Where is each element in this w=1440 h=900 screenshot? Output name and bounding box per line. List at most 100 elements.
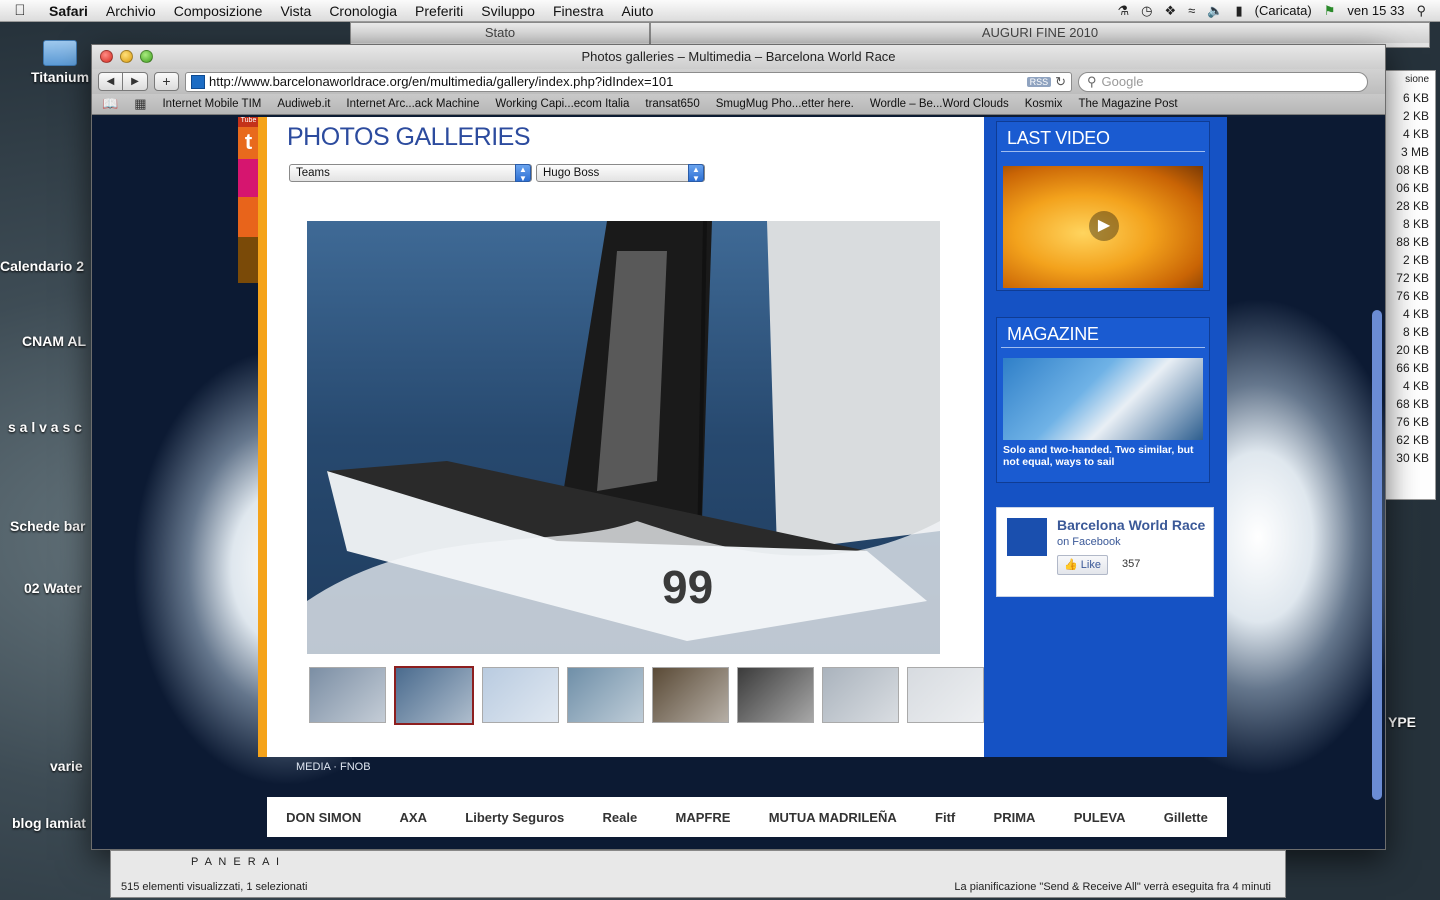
menu-cronologia[interactable]: Cronologia xyxy=(320,3,406,19)
menu-archivio[interactable]: Archivio xyxy=(97,3,165,19)
bookmark-item[interactable]: Wordle – Be...Word Clouds xyxy=(870,98,1009,110)
desktop-label-ype: YPE xyxy=(1388,714,1417,730)
twitter-icon[interactable]: t xyxy=(238,127,259,159)
window-title: Photos galleries – Multimedia – Barcelon… xyxy=(581,49,896,64)
book-icon[interactable]: 📖 xyxy=(102,96,118,112)
facebook-like-button[interactable]: 👍 Like xyxy=(1057,555,1108,575)
main-gallery-photo[interactable]: 99 xyxy=(307,221,940,654)
zoom-button[interactable] xyxy=(140,50,153,63)
social-color-block xyxy=(238,237,259,283)
back-button[interactable]: ◀ xyxy=(98,72,123,91)
battery-status[interactable]: (Caricata) xyxy=(1255,3,1312,18)
desktop-label-schede[interactable]: Schede bar xyxy=(10,518,85,534)
sponsor-logo[interactable]: DON SIMON xyxy=(286,810,361,825)
file-size-cell: 30 KB xyxy=(1396,451,1429,465)
gallery-thumbnail[interactable] xyxy=(394,666,474,725)
spotlight-icon[interactable]: ⚲ xyxy=(1416,3,1426,19)
sponsor-logo[interactable]: Reale xyxy=(603,810,638,825)
menu-sviluppo[interactable]: Sviluppo xyxy=(472,3,544,19)
magazine-title: MAGAZINE xyxy=(1001,318,1205,348)
sponsor-logo[interactable]: MUTUA MADRILEÑA xyxy=(769,810,897,825)
minimize-button[interactable] xyxy=(120,50,133,63)
grid-icon[interactable]: ▦ xyxy=(134,96,146,112)
forward-button[interactable]: ▶ xyxy=(123,72,148,91)
orange-accent-bar xyxy=(258,117,267,757)
file-size-cell: 66 KB xyxy=(1396,361,1429,375)
sponsor-logo[interactable]: AXA xyxy=(400,810,427,825)
video-thumbnail[interactable]: ▶ xyxy=(1003,166,1203,288)
gallery-thumbnail[interactable] xyxy=(567,667,644,723)
flag-icon[interactable]: ⚑ xyxy=(1324,3,1336,19)
facebook-widget: Barcelona World Race on Facebook 👍 Like … xyxy=(996,507,1214,597)
menu-aiuto[interactable]: Aiuto xyxy=(613,3,663,19)
social-color-block xyxy=(238,197,259,237)
bookmark-item[interactable]: The Magazine Post xyxy=(1078,98,1177,110)
time-machine-icon[interactable]: ◷ xyxy=(1141,3,1152,19)
close-button[interactable] xyxy=(100,50,113,63)
desktop-label-cnam[interactable]: CNAM AL xyxy=(22,333,86,349)
team-select[interactable]: Hugo Boss ▲ ▼ xyxy=(536,164,705,183)
finder-folder-item[interactable]: P A N E R A I xyxy=(191,856,281,868)
facebook-page-name[interactable]: Barcelona World Race on Facebook xyxy=(1057,518,1207,550)
bookmark-item[interactable]: Internet Mobile TIM xyxy=(162,98,261,110)
play-icon[interactable]: ▶ xyxy=(1089,211,1119,241)
sponsor-logo[interactable]: MAPFRE xyxy=(676,810,731,825)
menu-preferiti[interactable]: Preferiti xyxy=(406,3,472,19)
media-credits[interactable]: MEDIA · FNOB xyxy=(296,761,371,773)
gallery-thumbnail[interactable] xyxy=(907,667,984,723)
file-size-cell: 8 KB xyxy=(1402,217,1429,231)
desktop-label-salvas[interactable]: s a l v a s c xyxy=(8,419,82,435)
bluetooth-icon[interactable]: ❖ xyxy=(1164,3,1176,19)
sponsor-logo[interactable]: PULEVA xyxy=(1074,810,1126,825)
magazine-thumbnail[interactable] xyxy=(1003,358,1203,440)
reload-icon[interactable]: ↻ xyxy=(1055,74,1066,90)
bookmark-item[interactable]: Internet Arc...ack Machine xyxy=(346,98,479,110)
bookmark-item[interactable]: transat650 xyxy=(645,98,699,110)
gallery-thumbnail[interactable] xyxy=(482,667,559,723)
bookmark-item[interactable]: SmugMug Pho...etter here. xyxy=(716,98,854,110)
bookmark-item[interactable]: Kosmix xyxy=(1025,98,1063,110)
volume-icon[interactable]: 🔈 xyxy=(1207,3,1223,19)
menu-app[interactable]: Safari xyxy=(40,3,97,19)
safari-window: Photos galleries – Multimedia – Barcelon… xyxy=(91,44,1386,850)
wifi-icon[interactable]: ≈ xyxy=(1188,3,1195,18)
gallery-thumbnail[interactable] xyxy=(652,667,729,723)
sponsor-logo[interactable]: PRIMA xyxy=(994,810,1036,825)
facebook-page-title[interactable]: Barcelona World Race xyxy=(1057,517,1205,533)
desktop-label-varie[interactable]: varie xyxy=(50,758,83,774)
gallery-thumbnail[interactable] xyxy=(309,667,386,723)
category-select[interactable]: Teams ▲ ▼ xyxy=(289,164,532,183)
script-icon[interactable]: ⚗ xyxy=(1117,3,1129,19)
menu-composizione[interactable]: Composizione xyxy=(165,3,272,19)
window-titlebar[interactable]: Photos galleries – Multimedia – Barcelon… xyxy=(92,45,1385,69)
menu-finestra[interactable]: Finestra xyxy=(544,3,613,19)
add-bookmark-button[interactable]: + xyxy=(154,72,179,91)
select-arrows-icon: ▲ ▼ xyxy=(688,164,704,183)
apple-menu-icon[interactable]:  xyxy=(0,2,40,19)
gallery-panel: PHOTOS GALLERIES Teams ▲▼ Hugo Boss ▲▼ xyxy=(267,117,984,757)
clock[interactable]: ven 15 33 xyxy=(1347,3,1404,18)
youtube-icon[interactable]: Tube xyxy=(238,117,259,127)
sponsor-logo[interactable]: Liberty Seguros xyxy=(465,810,564,825)
file-size-cell: 76 KB xyxy=(1396,415,1429,429)
search-field[interactable]: ⚲ Google xyxy=(1078,71,1368,92)
gallery-thumbnail[interactable] xyxy=(737,667,814,723)
address-bar[interactable]: http://www.barcelonaworldrace.org/en/mul… xyxy=(185,71,1072,92)
rss-button[interactable]: RSS xyxy=(1026,76,1052,87)
magazine-caption[interactable]: Solo and two-handed. Two similar, but no… xyxy=(997,444,1209,474)
desktop-label-blog[interactable]: blog lamiat xyxy=(12,815,86,831)
menu-vista[interactable]: Vista xyxy=(271,3,320,19)
gallery-thumbnail[interactable] xyxy=(822,667,899,723)
battery-icon[interactable]: ▮ xyxy=(1235,3,1242,19)
sponsor-logo[interactable]: Gillette xyxy=(1164,810,1208,825)
background-file-list[interactable]: sione 6 KB 2 KB 4 KB 3 MB 08 KB 06 KB 28 KB 8 K… xyxy=(1380,70,1436,500)
desktop-label-water[interactable]: 02 Water xyxy=(24,580,82,596)
bwr-logo-icon[interactable] xyxy=(1007,518,1047,556)
desktop-label-calendario[interactable]: Calendario 2 xyxy=(0,258,84,274)
bookmark-item[interactable]: Audiweb.it xyxy=(277,98,330,110)
background-scrollbar[interactable] xyxy=(1372,310,1382,800)
search-placeholder: Google xyxy=(1101,74,1144,89)
bookmark-item[interactable]: Working Capi...ecom Italia xyxy=(495,98,629,110)
sponsor-logo[interactable]: Fitf xyxy=(935,810,955,825)
url-text[interactable]: http://www.barcelonaworldrace.org/en/mul… xyxy=(209,74,1023,89)
